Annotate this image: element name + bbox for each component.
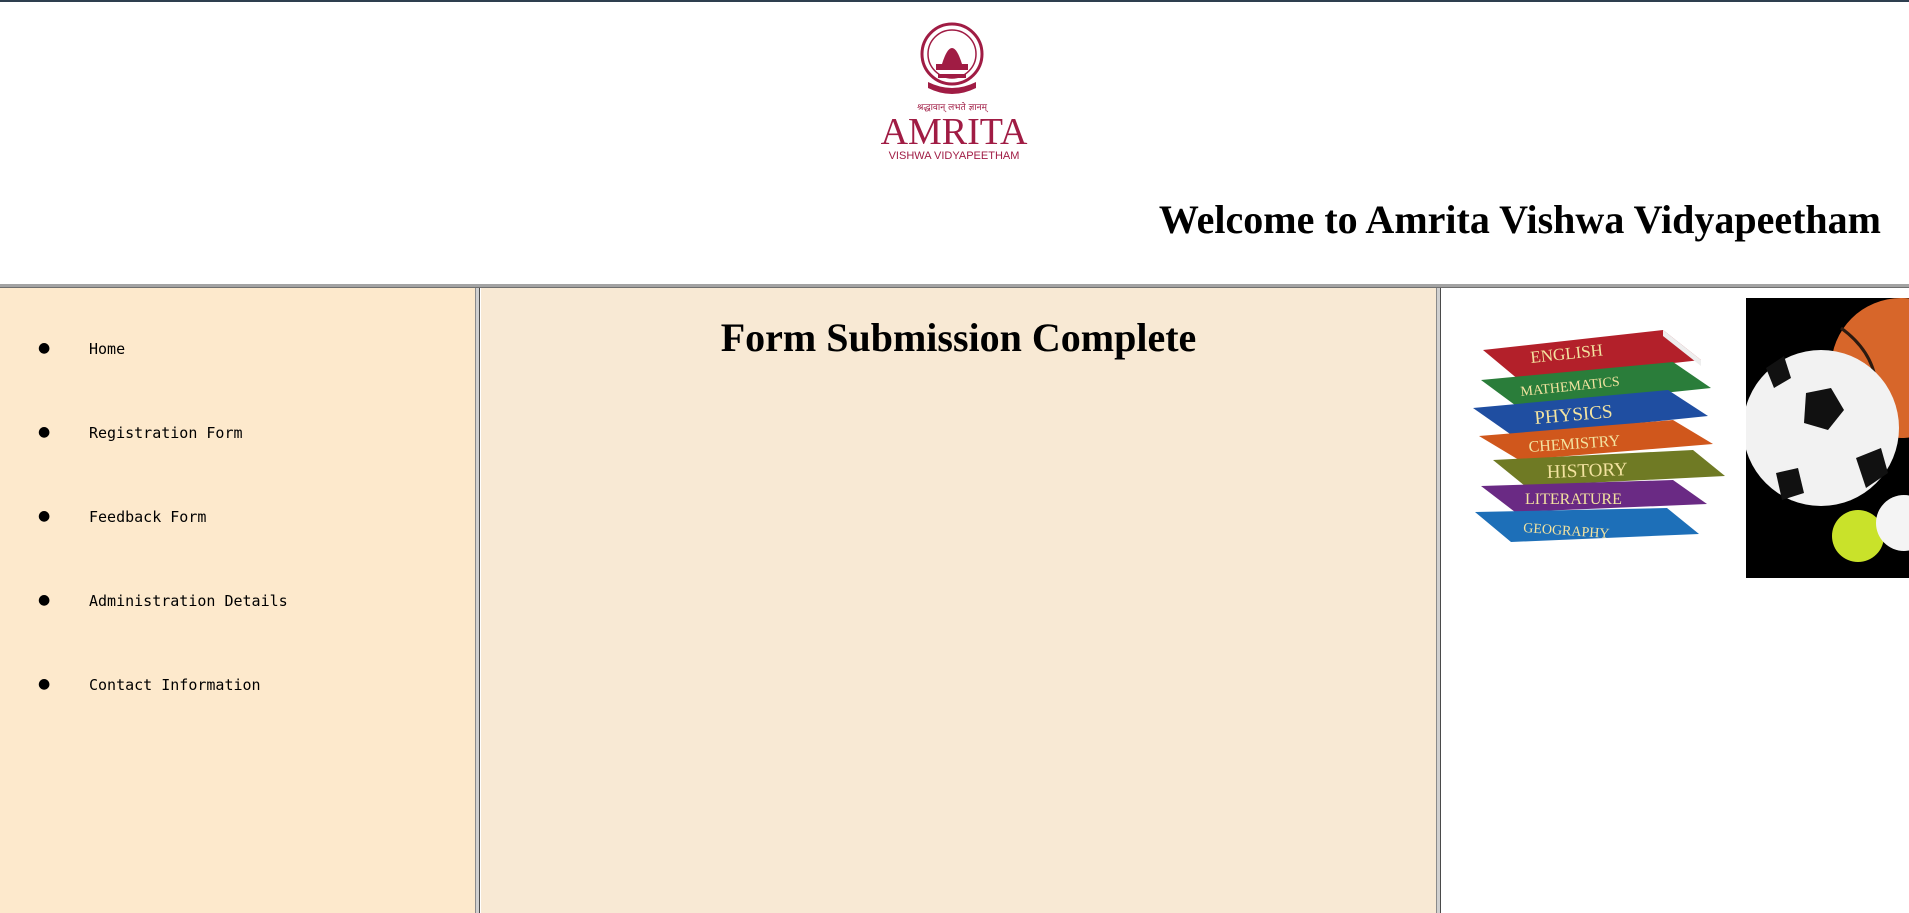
frame-divider-left[interactable]: [475, 288, 480, 913]
logo-subname: VISHWA VIDYAPEETHAM: [889, 150, 1020, 162]
nav-link-registration-form[interactable]: Registration Form: [89, 424, 243, 442]
nav-item-feedback-form[interactable]: ● Feedback Form: [0, 508, 420, 592]
sports-balls-image: [1746, 298, 1909, 578]
nav-link-contact-information[interactable]: Contact Information: [89, 676, 261, 694]
bullet-icon: ●: [38, 424, 51, 440]
book-geography: GEOGRAPHY: [1475, 508, 1699, 542]
nav-item-home[interactable]: ● Home: [0, 340, 420, 424]
image-frame: ENGLISH MATHEMATICS PHYSICS CHEMISTRY HI…: [1441, 288, 1909, 913]
nav-link-feedback-form[interactable]: Feedback Form: [89, 508, 206, 526]
nav-link-home[interactable]: Home: [89, 340, 125, 358]
nav-list: ● Home ● Registration Form ● Feedback Fo…: [0, 340, 420, 760]
bullet-icon: ●: [38, 508, 51, 524]
tennis-ball-icon: [1832, 510, 1884, 562]
nav-link-administration-details[interactable]: Administration Details: [89, 592, 288, 610]
books-stack-image: ENGLISH MATHEMATICS PHYSICS CHEMISTRY HI…: [1463, 308, 1737, 554]
nav-item-contact-information[interactable]: ● Contact Information: [0, 676, 420, 760]
book-label-history: HISTORY: [1546, 459, 1628, 483]
bullet-icon: ●: [38, 676, 51, 692]
content-frame: Form Submission Complete: [481, 288, 1436, 913]
book-literature: LITERATURE: [1481, 480, 1707, 512]
amrita-logo: श्रद्धावान् लभते ज्ञानम् AMRITA VISHWA V…: [872, 12, 1032, 162]
bullet-icon: ●: [38, 340, 51, 356]
header-frame: श्रद्धावान् लभते ज्ञानम् AMRITA VISHWA V…: [0, 2, 1909, 284]
logo-name: AMRITA: [881, 111, 1028, 153]
bullet-icon: ●: [38, 592, 51, 608]
book-label-literature: LITERATURE: [1525, 491, 1622, 508]
nav-item-administration-details[interactable]: ● Administration Details: [0, 592, 420, 676]
navigation-frame: ● Home ● Registration Form ● Feedback Fo…: [0, 288, 475, 913]
welcome-heading: Welcome to Amrita Vishwa Vidyapeetham: [1158, 197, 1881, 242]
nav-item-registration-form[interactable]: ● Registration Form: [0, 424, 420, 508]
page-title: Form Submission Complete: [720, 315, 1197, 360]
